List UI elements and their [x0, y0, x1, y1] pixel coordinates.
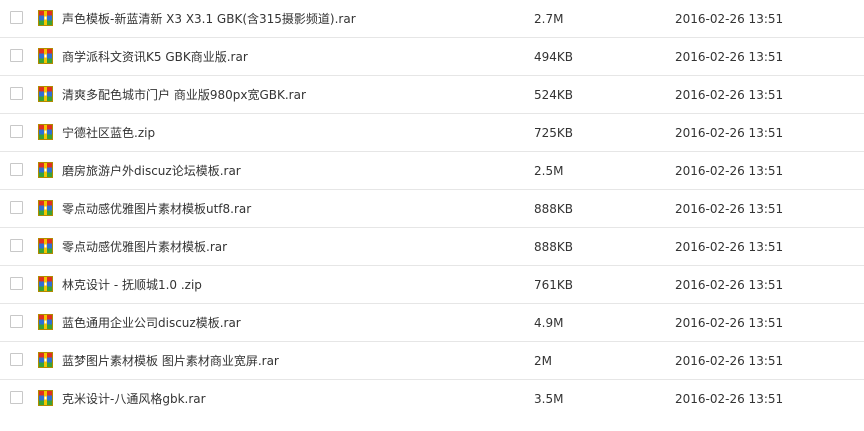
- file-row[interactable]: 零点动感优雅图片素材模板utf8.rar 888KB 2016-02-26 13…: [0, 190, 864, 228]
- file-date: 2016-02-26 13:51: [675, 240, 784, 254]
- file-size: 761KB: [534, 278, 574, 292]
- select-checkbox[interactable]: [10, 201, 23, 214]
- archive-icon: [38, 86, 53, 102]
- select-checkbox[interactable]: [10, 353, 23, 366]
- file-name-link[interactable]: 蓝梦图片素材模板 图片素材商业宽屏.rar: [62, 353, 279, 369]
- file-row[interactable]: 蓝色通用企业公司discuz模板.rar 4.9M 2016-02-26 13:…: [0, 304, 864, 342]
- file-name-link[interactable]: 林克设计 - 抚顺城1.0 .zip: [62, 277, 202, 293]
- file-size: 2.7M: [534, 12, 564, 26]
- archive-icon: [38, 124, 53, 140]
- select-checkbox[interactable]: [10, 315, 23, 328]
- file-size: 2M: [534, 354, 552, 368]
- file-name-link[interactable]: 磨房旅游户外discuz论坛模板.rar: [62, 163, 241, 179]
- file-name-link[interactable]: 零点动感优雅图片素材模板.rar: [62, 239, 227, 255]
- file-size: 4.9M: [534, 316, 564, 330]
- file-size: 2.5M: [534, 164, 564, 178]
- select-checkbox[interactable]: [10, 49, 23, 62]
- archive-icon: [38, 390, 53, 406]
- file-row[interactable]: 林克设计 - 抚顺城1.0 .zip 761KB 2016-02-26 13:5…: [0, 266, 864, 304]
- archive-icon: [38, 162, 53, 178]
- archive-icon: [38, 352, 53, 368]
- file-date: 2016-02-26 13:51: [675, 50, 784, 64]
- select-checkbox[interactable]: [10, 163, 23, 176]
- select-checkbox[interactable]: [10, 125, 23, 138]
- archive-icon: [38, 48, 53, 64]
- file-name-link[interactable]: 清爽多配色城市门户 商业版980px宽GBK.rar: [62, 87, 306, 103]
- select-checkbox[interactable]: [10, 277, 23, 290]
- file-name-link[interactable]: 蓝色通用企业公司discuz模板.rar: [62, 315, 241, 331]
- file-date: 2016-02-26 13:51: [675, 316, 784, 330]
- archive-icon: [38, 276, 53, 292]
- archive-icon: [38, 238, 53, 254]
- file-size: 494KB: [534, 50, 574, 64]
- file-date: 2016-02-26 13:51: [675, 354, 784, 368]
- file-row[interactable]: 商学派科文资讯K5 GBK商业版.rar 494KB 2016-02-26 13…: [0, 38, 864, 76]
- file-list: 声色模板-新蓝清新 X3 X3.1 GBK(含315摄影频道).rar 2.7M…: [0, 0, 864, 418]
- file-size: 888KB: [534, 240, 574, 254]
- archive-icon: [38, 10, 53, 26]
- file-row[interactable]: 蓝梦图片素材模板 图片素材商业宽屏.rar 2M 2016-02-26 13:5…: [0, 342, 864, 380]
- file-row[interactable]: 零点动感优雅图片素材模板.rar 888KB 2016-02-26 13:51: [0, 228, 864, 266]
- archive-icon: [38, 314, 53, 330]
- file-date: 2016-02-26 13:51: [675, 126, 784, 140]
- select-checkbox[interactable]: [10, 87, 23, 100]
- file-name-link[interactable]: 声色模板-新蓝清新 X3 X3.1 GBK(含315摄影频道).rar: [62, 11, 356, 27]
- file-name-link[interactable]: 克米设计-八通风格gbk.rar: [62, 391, 206, 407]
- file-size: 3.5M: [534, 392, 564, 406]
- file-date: 2016-02-26 13:51: [675, 164, 784, 178]
- file-date: 2016-02-26 13:51: [675, 392, 784, 406]
- file-date: 2016-02-26 13:51: [675, 278, 784, 292]
- archive-icon: [38, 200, 53, 216]
- file-size: 888KB: [534, 202, 574, 216]
- file-name-link[interactable]: 宁德社区蓝色.zip: [62, 125, 155, 141]
- file-date: 2016-02-26 13:51: [675, 12, 784, 26]
- file-date: 2016-02-26 13:51: [675, 202, 784, 216]
- file-row[interactable]: 克米设计-八通风格gbk.rar 3.5M 2016-02-26 13:51: [0, 380, 864, 418]
- select-checkbox[interactable]: [10, 11, 23, 24]
- file-name-link[interactable]: 零点动感优雅图片素材模板utf8.rar: [62, 201, 251, 217]
- select-checkbox[interactable]: [10, 391, 23, 404]
- file-date: 2016-02-26 13:51: [675, 88, 784, 102]
- file-row[interactable]: 宁德社区蓝色.zip 725KB 2016-02-26 13:51: [0, 114, 864, 152]
- file-size: 725KB: [534, 126, 574, 140]
- file-name-link[interactable]: 商学派科文资讯K5 GBK商业版.rar: [62, 49, 248, 65]
- file-row[interactable]: 磨房旅游户外discuz论坛模板.rar 2.5M 2016-02-26 13:…: [0, 152, 864, 190]
- file-row[interactable]: 声色模板-新蓝清新 X3 X3.1 GBK(含315摄影频道).rar 2.7M…: [0, 0, 864, 38]
- file-size: 524KB: [534, 88, 574, 102]
- select-checkbox[interactable]: [10, 239, 23, 252]
- file-row[interactable]: 清爽多配色城市门户 商业版980px宽GBK.rar 524KB 2016-02…: [0, 76, 864, 114]
